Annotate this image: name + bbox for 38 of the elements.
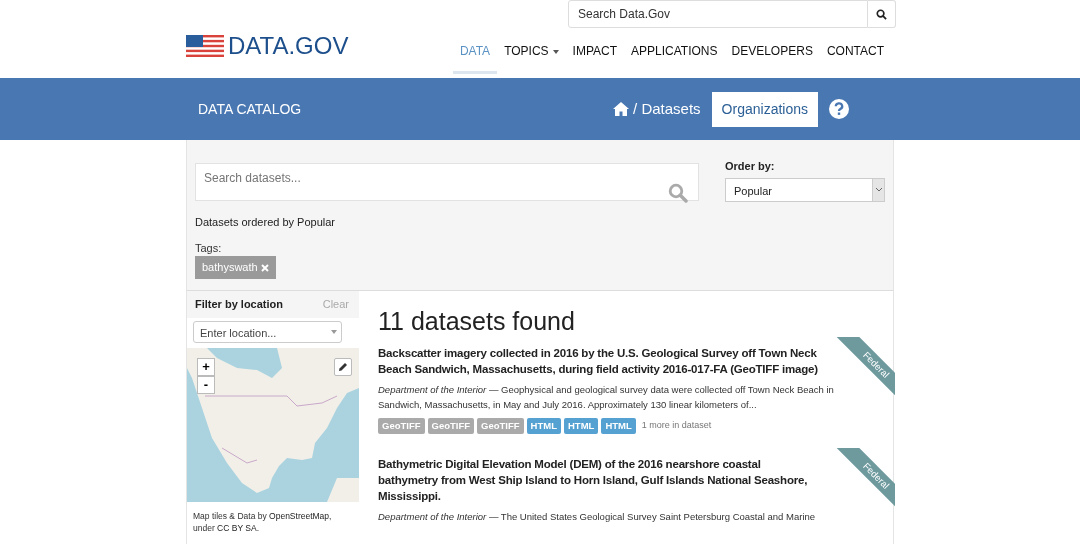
nav-link[interactable]: IMPACT xyxy=(565,36,625,74)
nav-link[interactable]: CONTACT xyxy=(819,36,891,74)
breadcrumb-text: / Datasets xyxy=(633,98,701,119)
filter-title: Filter by location xyxy=(195,297,283,313)
tags-label: Tags: xyxy=(195,240,223,256)
dataset-search-field[interactable]: Search datasets... xyxy=(195,163,699,201)
flag-icon xyxy=(186,35,224,57)
dataset-title-link[interactable]: Backscatter imagery collected in 2016 by the U.S. Geological Survey off Town Neck Beach Sandwich, Massachusetts, during field activity 2016-017-FA (GeoTIFF image) xyxy=(378,345,823,377)
nav-link[interactable]: APPLICATIONS xyxy=(624,36,725,74)
site-logo[interactable]: DATA.GOV xyxy=(186,34,349,58)
license-link[interactable]: CC BY SA xyxy=(217,523,257,533)
nav-link[interactable]: TOPICS xyxy=(497,36,566,74)
remove-icon[interactable] xyxy=(260,264,269,273)
results-heading: 11 datasets found xyxy=(378,306,576,336)
zoom-in-button[interactable]: + xyxy=(197,358,215,376)
home-icon[interactable] xyxy=(613,102,630,116)
search-icon xyxy=(668,183,688,203)
ordered-by-text: Datasets ordered by Popular xyxy=(195,215,337,230)
catalog-title: DATA CATALOG xyxy=(198,99,303,119)
dataset-description: Department of the Interior — The United States Geological Survey Saint Petersburg Coastal and Marine xyxy=(378,510,817,525)
dataset-description: Department of the Interior — Geophysical and geological survey data were collected off Town Neck Beach in Sandwich, Massachusetts, in May and July 2016. Approximately 130 linear kilometers of... xyxy=(378,383,835,412)
caret-icon xyxy=(872,178,884,201)
help-icon[interactable] xyxy=(828,98,850,120)
edit-button[interactable] xyxy=(334,358,352,376)
order-by-label: Order by: xyxy=(725,159,776,174)
location-select[interactable]: Enter location... xyxy=(193,321,342,343)
pencil-icon xyxy=(338,362,348,372)
zoom-out-button[interactable]: - xyxy=(197,376,215,394)
order-select[interactable]: Popular xyxy=(725,177,885,202)
search-button[interactable] xyxy=(868,0,896,28)
dataset-title-link[interactable]: Bathymetric Digital Elevation Model (DEM) of the 2016 nearshore coastal bathymetry from West Ship Island to Horn Island, Gulf Islands National Seashore, Mississippi. xyxy=(378,456,823,505)
site-search-field[interactable]: Search Data.Gov xyxy=(568,0,868,28)
search-icon xyxy=(876,8,887,20)
map-attribution: Map tiles & Data by OpenStreetMap, under CC BY SA. xyxy=(192,510,333,535)
more-in-dataset-text: 1 more in dataset xyxy=(641,419,712,433)
caret-icon xyxy=(331,330,337,334)
nav-link[interactable]: DEVELOPERS xyxy=(724,36,820,74)
organizations-button[interactable]: Organizations xyxy=(711,91,818,127)
